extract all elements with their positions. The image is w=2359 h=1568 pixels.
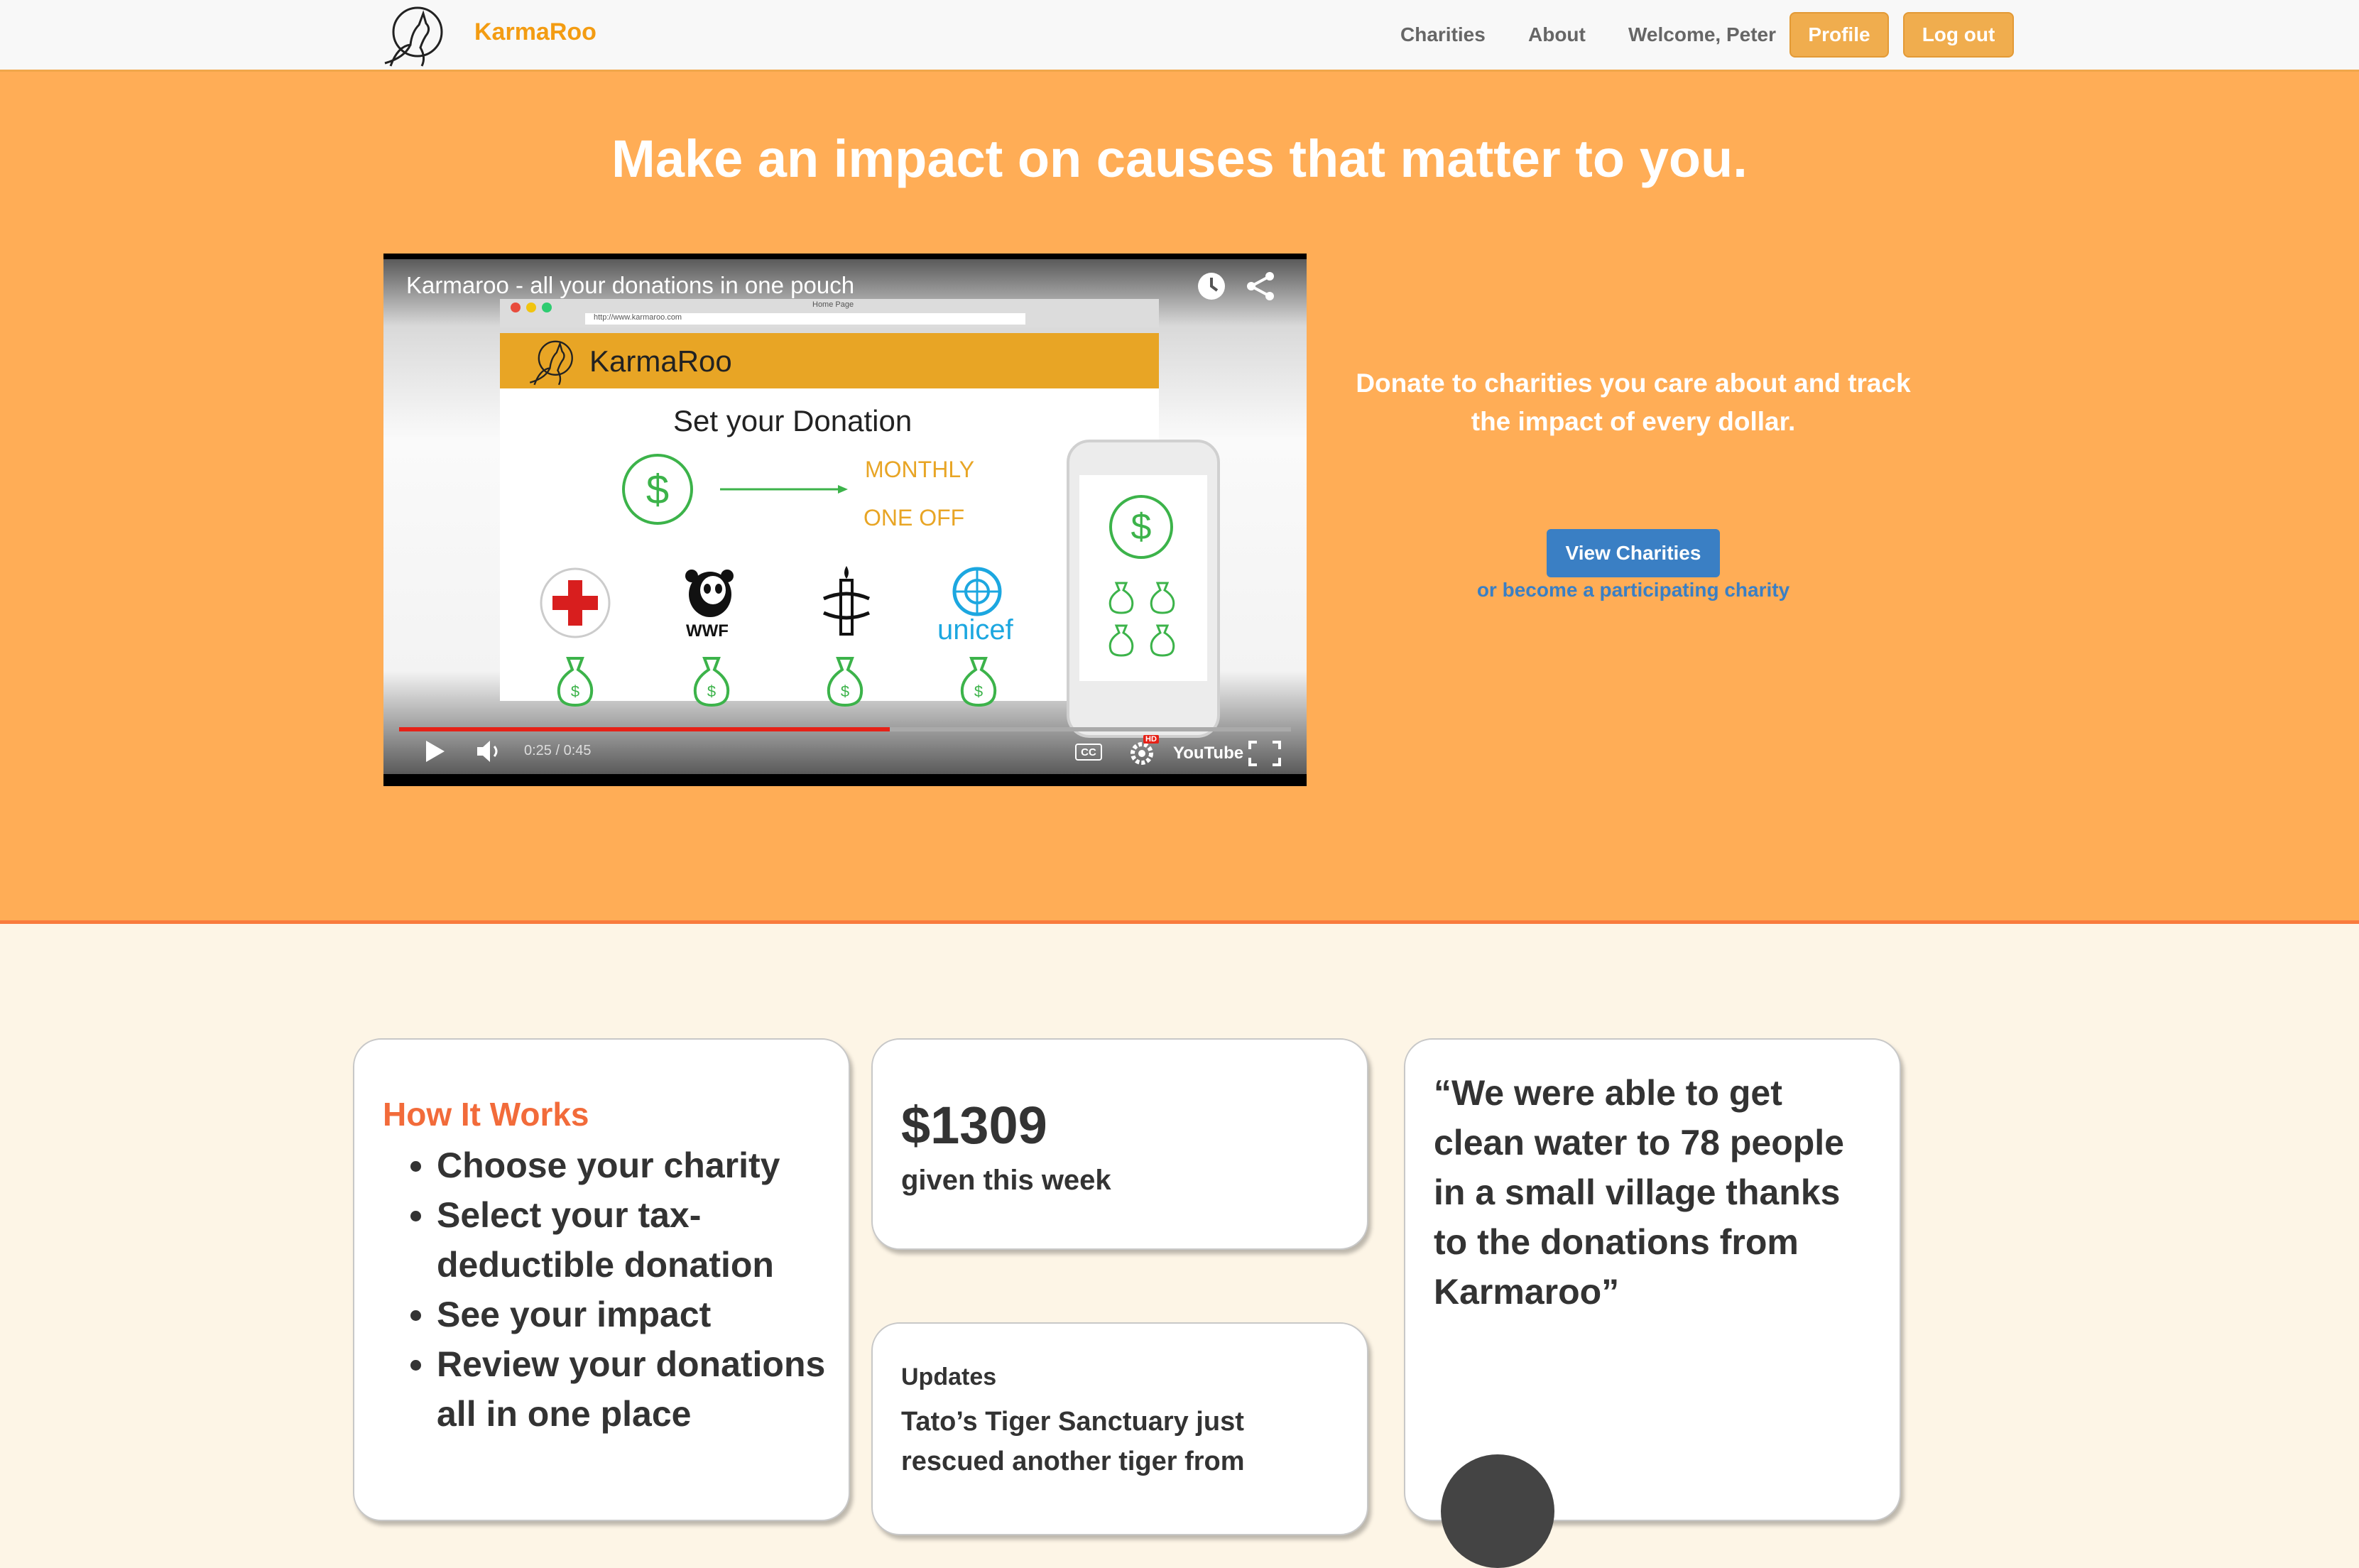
updates-card: Updates Tato’s Tiger Sanctuary just resc… — [871, 1322, 1368, 1535]
fullscreen-icon[interactable] — [1248, 741, 1281, 766]
how-it-works-card: How It Works Choose your charity Select … — [353, 1038, 850, 1521]
money-bag-icon: $ — [960, 657, 997, 707]
mock-page-label: Home Page — [812, 300, 854, 309]
stats-card: $1309 given this week — [871, 1038, 1368, 1250]
update-text[interactable]: Tato’s Tiger Sanctuary just rescued anot… — [901, 1402, 1327, 1481]
kangaroo-logo-icon[interactable] — [376, 4, 447, 69]
share-icon[interactable] — [1246, 271, 1277, 302]
logout-button[interactable]: Log out — [1903, 12, 2014, 58]
welcome-text: Welcome, Peter — [1628, 23, 1777, 45]
mock-brand: KarmaRoo — [589, 344, 732, 378]
nav-link-charities[interactable]: Charities — [1400, 23, 1486, 46]
unicef-label: unicef — [937, 614, 1013, 646]
mock-url: http://www.karmaroo.com — [594, 313, 682, 322]
settings-gear-icon[interactable] — [1128, 739, 1156, 768]
arrow-right-icon — [720, 485, 848, 494]
svg-text:$: $ — [571, 682, 579, 700]
profile-button[interactable]: Profile — [1789, 12, 1889, 58]
money-bag-icon: $ — [557, 657, 594, 707]
how-it-works-title: How It Works — [383, 1096, 589, 1133]
video-title[interactable]: Karmaroo - all your donations in one pou… — [406, 272, 854, 299]
list-item: Choose your charity — [437, 1140, 834, 1190]
svg-text:$: $ — [707, 682, 716, 700]
top-navbar: KarmaRoo Charities About Welcome, Peter … — [0, 0, 2359, 72]
volume-icon[interactable] — [476, 739, 504, 763]
svg-text:$: $ — [841, 682, 849, 700]
video-time: 0:25 / 0:45 — [524, 743, 592, 758]
video-progress-fill[interactable] — [399, 727, 890, 731]
hero-title: Make an impact on causes that matter to … — [611, 129, 1748, 188]
view-charities-button[interactable]: View Charities — [1547, 529, 1720, 577]
svg-text:$: $ — [974, 682, 983, 700]
list-item: Review your donations all in one place — [437, 1339, 834, 1439]
money-bag-icon: $ — [693, 657, 730, 707]
nav-link-about[interactable]: About — [1528, 23, 1586, 46]
video-player[interactable]: Karmaroo - all your donations in one pou… — [383, 254, 1307, 786]
weekly-amount-label: given this week — [901, 1165, 1111, 1196]
avatar — [1441, 1454, 1554, 1568]
phone-mockup: $ — [1067, 440, 1220, 738]
dollar-coin-icon: $ — [622, 454, 693, 525]
hero-tagline: Donate to charities you care about and t… — [1356, 369, 1911, 436]
hd-badge: HD — [1143, 735, 1159, 744]
money-bag-icon: $ — [827, 657, 863, 707]
mock-kangaroo-icon — [529, 340, 573, 386]
list-item: See your impact — [437, 1290, 834, 1339]
red-cross-logo-icon — [540, 567, 611, 638]
phone-screen: $ — [1079, 475, 1207, 681]
phone-money-bags-icon — [1108, 582, 1175, 657]
set-donation-heading: Set your Donation — [673, 404, 912, 437]
wwf-label: WWF — [686, 621, 729, 641]
captions-button[interactable]: CC — [1075, 744, 1102, 761]
play-icon[interactable] — [422, 739, 446, 763]
unicef-globe-icon — [952, 567, 1002, 616]
watch-later-icon[interactable] — [1196, 271, 1227, 302]
testimonial-quote: “We were able to get clean water to 78 p… — [1434, 1073, 1844, 1312]
weekly-amount: $1309 — [901, 1096, 1047, 1155]
testimonial-card: “We were able to get clean water to 78 p… — [1404, 1038, 1901, 1568]
youtube-logo[interactable]: YouTube — [1173, 744, 1243, 763]
option-one-off: ONE OFF — [863, 505, 965, 530]
amnesty-candle-icon — [822, 566, 871, 636]
how-it-works-list: Choose your charity Select your tax-dedu… — [383, 1140, 834, 1439]
updates-title: Updates — [901, 1363, 997, 1390]
phone-dollar-icon: $ — [1109, 495, 1173, 559]
become-participating-charity-link[interactable]: or become a participating charity — [1349, 579, 1917, 601]
brand-name[interactable]: KarmaRoo — [474, 18, 596, 46]
hero-section: Make an impact on causes that matter to … — [0, 72, 2359, 924]
wwf-panda-icon — [685, 570, 734, 617]
option-monthly: MONTHLY — [865, 457, 975, 482]
mock-browser-chrome: http://www.karmaroo.com Home Page — [500, 299, 1159, 327]
list-item: Select your tax-deductible donation — [437, 1190, 834, 1290]
